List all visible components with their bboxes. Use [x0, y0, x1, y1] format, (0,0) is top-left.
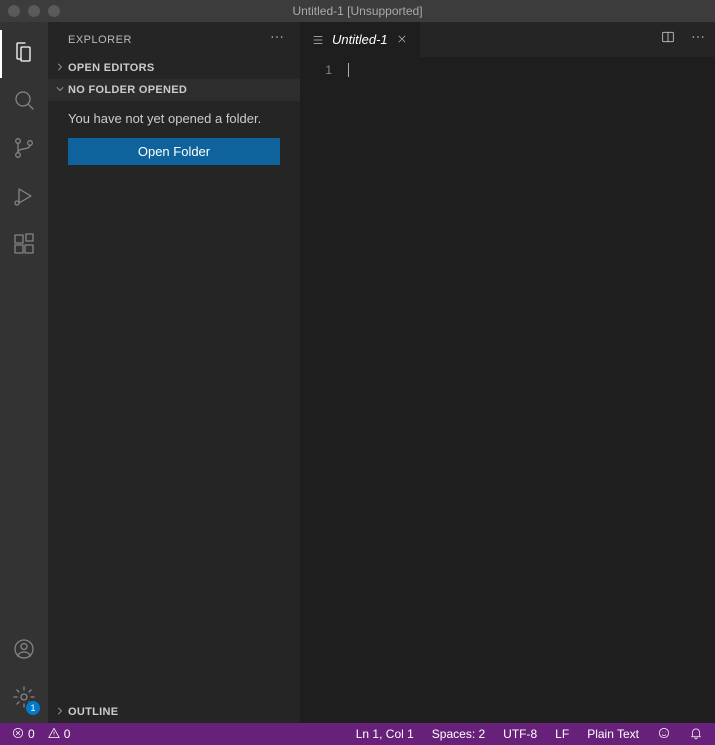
status-warnings[interactable]: 0 [44, 723, 74, 745]
extensions-icon [12, 232, 36, 261]
status-cursor-position[interactable]: Ln 1, Col 1 [352, 723, 418, 745]
editor-group: Untitled-1 [300, 22, 715, 723]
search-icon [12, 88, 36, 117]
status-encoding[interactable]: UTF-8 [499, 723, 541, 745]
status-language[interactable]: Plain Text [583, 723, 643, 745]
activity-search[interactable] [0, 78, 48, 126]
line-number: 1 [300, 61, 332, 79]
activity-debug[interactable] [0, 174, 48, 222]
status-notifications[interactable] [685, 723, 707, 745]
warning-icon [47, 726, 61, 743]
code-area[interactable] [348, 57, 705, 723]
minimap[interactable] [705, 57, 715, 723]
split-editor-button[interactable] [657, 29, 679, 51]
sidebar-title: EXPLORER [68, 34, 132, 46]
tab-bar: Untitled-1 [300, 22, 715, 57]
split-horizontal-icon [660, 29, 676, 50]
activity-bar: 1 [0, 22, 48, 723]
no-folder-message: You have not yet opened a folder. [68, 111, 280, 126]
status-warnings-count: 0 [64, 727, 71, 741]
tab-untitled-1[interactable]: Untitled-1 [300, 22, 421, 57]
tab-label: Untitled-1 [332, 32, 388, 47]
section-open-editors[interactable]: OPEN EDITORS [48, 57, 300, 79]
feedback-icon [657, 726, 671, 743]
editor-body[interactable]: 1 [300, 57, 715, 723]
ellipsis-icon [269, 29, 285, 50]
status-feedback[interactable] [653, 723, 675, 745]
files-icon [12, 40, 36, 69]
activity-settings[interactable]: 1 [0, 675, 48, 723]
titlebar: Untitled-1 [Unsupported] [0, 0, 715, 22]
section-no-folder-label: NO FOLDER OPENED [68, 84, 187, 96]
sidebar: EXPLORER OPEN EDITORS NO FOLDER OPENED [48, 22, 300, 723]
status-eol[interactable]: LF [551, 723, 573, 745]
section-open-editors-label: OPEN EDITORS [68, 62, 155, 74]
close-window-button[interactable] [8, 5, 20, 17]
ellipsis-icon [690, 29, 706, 50]
bell-icon [689, 726, 703, 743]
debug-icon [12, 184, 36, 213]
status-indentation[interactable]: Spaces: 2 [428, 723, 489, 745]
chevron-right-icon [52, 705, 68, 720]
tab-close-button[interactable] [394, 32, 410, 48]
status-errors[interactable]: 0 [8, 723, 38, 745]
minimize-window-button[interactable] [28, 5, 40, 17]
chevron-right-icon [52, 61, 68, 76]
window-controls [8, 5, 60, 17]
open-folder-button[interactable]: Open Folder [68, 138, 280, 165]
file-icon [310, 32, 326, 48]
sidebar-more-button[interactable] [266, 29, 288, 51]
activity-source-control[interactable] [0, 126, 48, 174]
section-outline-label: OUTLINE [68, 706, 118, 718]
editor-more-button[interactable] [687, 29, 709, 51]
activity-accounts[interactable] [0, 627, 48, 675]
settings-badge: 1 [26, 701, 40, 715]
git-branch-icon [12, 136, 36, 165]
activity-extensions[interactable] [0, 222, 48, 270]
status-errors-count: 0 [28, 727, 35, 741]
status-bar: 0 0 Ln 1, Col 1 Spaces: 2 UTF-8 LF Plain… [0, 723, 715, 745]
section-no-folder[interactable]: NO FOLDER OPENED [48, 79, 300, 101]
line-gutter: 1 [300, 57, 348, 723]
error-icon [11, 726, 25, 743]
account-icon [12, 637, 36, 666]
chevron-down-icon [52, 83, 68, 98]
close-icon [396, 32, 408, 48]
window-title: Untitled-1 [Unsupported] [292, 4, 422, 18]
activity-explorer[interactable] [0, 30, 48, 78]
section-outline[interactable]: OUTLINE [48, 701, 300, 723]
zoom-window-button[interactable] [48, 5, 60, 17]
